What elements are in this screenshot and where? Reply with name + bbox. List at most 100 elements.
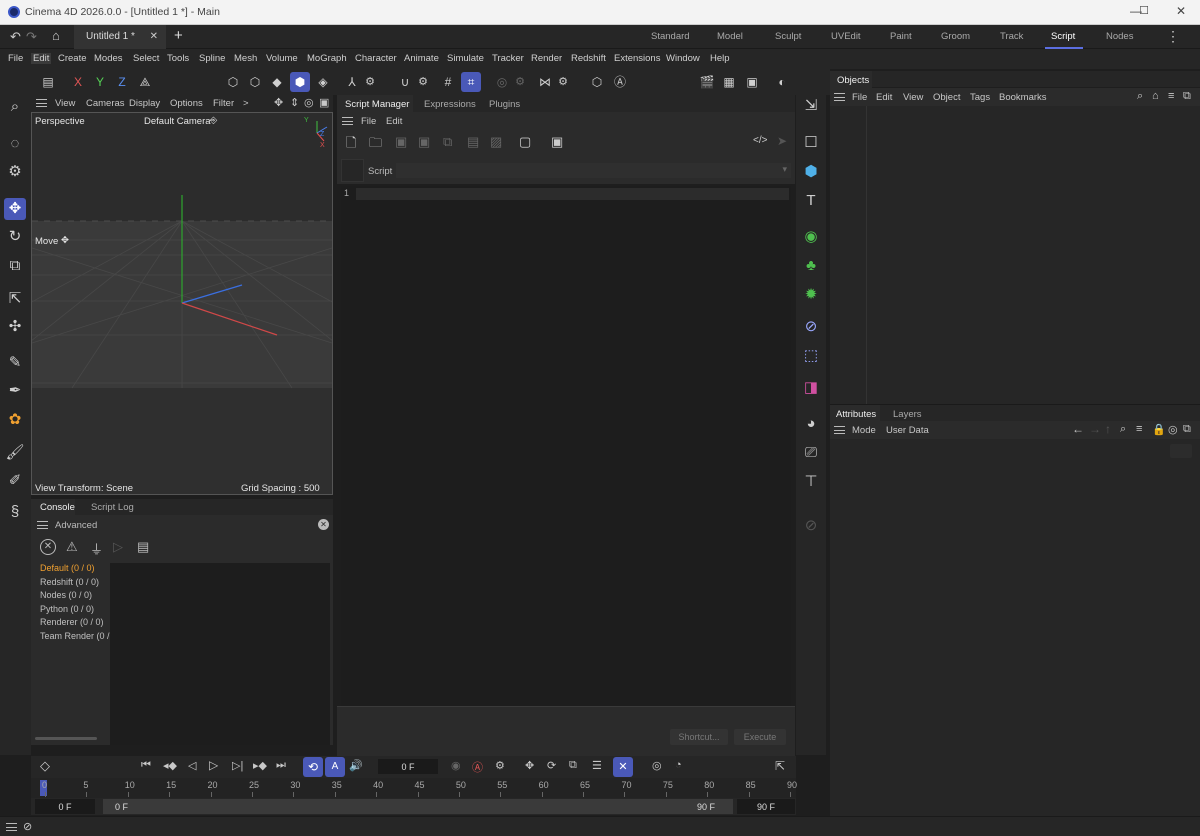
model-mode-icon[interactable]: ⬢: [290, 72, 310, 92]
play-icon[interactable]: ▷: [209, 758, 218, 772]
menu-redshift[interactable]: Redshift: [571, 53, 606, 64]
preview-range-icon[interactable]: A: [325, 757, 345, 777]
cloner-icon[interactable]: ♣: [800, 255, 822, 277]
uv-mode-icon[interactable]: ◈: [313, 72, 333, 92]
coordinate-system-icon[interactable]: ⟁: [135, 72, 155, 92]
more-options-icon[interactable]: ⋮: [1166, 28, 1180, 45]
spline-sketch-icon[interactable]: ✒: [4, 380, 26, 402]
channel-default[interactable]: Default (0 / 0): [31, 563, 107, 577]
run-script-icon[interactable]: ▣: [551, 134, 563, 150]
menu-tracker[interactable]: Tracker: [492, 53, 524, 64]
home-icon[interactable]: ⌂: [1152, 90, 1159, 102]
close-window-button[interactable]: ✕: [1171, 4, 1191, 20]
script-editor[interactable]: 1: [341, 186, 791, 706]
axis-mode-icon[interactable]: ⅄: [342, 72, 362, 92]
objects-menu-icon[interactable]: [834, 93, 845, 101]
document-close-icon[interactable]: ✕: [150, 31, 158, 42]
execute-button[interactable]: Execute: [734, 729, 786, 745]
home-icon[interactable]: ⌂: [52, 28, 60, 43]
tab-script-log[interactable]: Script Log: [91, 502, 134, 513]
viewport-menu-view[interactable]: View: [55, 98, 75, 109]
expand-icon[interactable]: ⧉: [1183, 423, 1191, 436]
lock-x-axis-button[interactable]: X: [68, 72, 88, 92]
save-script-icon[interactable]: ▣: [395, 134, 407, 150]
layout-tab-sculpt[interactable]: Sculpt: [775, 31, 801, 42]
previous-frame-icon[interactable]: ◁: [188, 759, 196, 772]
keyframe-settings-icon[interactable]: ⚙: [495, 759, 505, 772]
run-icon[interactable]: ▷: [113, 539, 123, 555]
layout-tab-uvedit[interactable]: UVEdit: [831, 31, 861, 42]
channel-team-render[interactable]: Team Render (0 /: [31, 631, 110, 645]
objects-menu-view[interactable]: View: [903, 92, 923, 103]
menu-edit[interactable]: Edit: [31, 53, 52, 64]
clear-console-icon[interactable]: ✕: [40, 539, 56, 555]
layout-tab-nodes[interactable]: Nodes: [1106, 31, 1133, 42]
menu-volume[interactable]: Volume: [266, 53, 298, 64]
mirror-settings-icon[interactable]: ⚙: [553, 72, 573, 92]
document-log-icon[interactable]: ▤: [137, 539, 149, 555]
channel-renderer[interactable]: Renderer (0 / 0): [31, 617, 107, 631]
next-key-icon[interactable]: ▸◆: [253, 759, 267, 772]
viewport-menu-icon[interactable]: [36, 99, 47, 107]
viewport-menu-cameras[interactable]: Cameras: [86, 98, 125, 109]
timeline-ruler[interactable]: 0 5 10 15 20 25 30 35 40 45 50 55 60 65 70 75 80 85 90: [31, 778, 797, 798]
shortcut-button[interactable]: Shortcut...: [670, 729, 728, 745]
light-icon[interactable]: ⊤: [800, 471, 822, 493]
search-icon[interactable]: ⌕: [1120, 423, 1126, 436]
viewport-solo-icon[interactable]: ▤: [38, 72, 58, 92]
viewport-name[interactable]: Perspective: [35, 116, 85, 127]
script-icon-slot[interactable]: [341, 159, 364, 182]
record-icon[interactable]: ◉: [451, 759, 461, 772]
attributes-editor[interactable]: [830, 439, 1200, 816]
forward-arrow-icon[interactable]: →: [1089, 422, 1101, 436]
lock-z-axis-button[interactable]: Z: [112, 72, 132, 92]
edges-mode-icon[interactable]: ⬡: [245, 72, 265, 92]
sound-icon[interactable]: 🔊: [349, 759, 363, 772]
sculpt-pen-icon[interactable]: ✐: [4, 470, 26, 492]
spline-primitives-icon[interactable]: ✿: [4, 409, 26, 431]
layout-tab-model[interactable]: Model: [717, 31, 743, 42]
current-frame-field[interactable]: 0 F: [378, 759, 438, 774]
maximize-button[interactable]: ☐: [1134, 4, 1154, 20]
menu-render[interactable]: Render: [531, 53, 562, 64]
expand-icon[interactable]: ⧉: [1183, 90, 1191, 103]
console-close-icon[interactable]: ✕: [318, 519, 329, 530]
rotate-tool-icon[interactable]: ↻: [4, 226, 26, 248]
channel-nodes[interactable]: Nodes (0 / 0): [31, 590, 107, 604]
objects-menu-object[interactable]: Object: [933, 92, 960, 103]
key-rotation-icon[interactable]: ⟳: [547, 759, 556, 772]
motion-system-icon[interactable]: ◎: [652, 759, 662, 772]
menu-simulate[interactable]: Simulate: [447, 53, 484, 64]
menu-select[interactable]: Select: [133, 53, 159, 64]
console-menu-icon[interactable]: [37, 521, 48, 529]
go-to-start-icon[interactable]: ⏮: [141, 759, 151, 772]
filter-icon[interactable]: ≡: [1136, 423, 1142, 435]
filter-warnings-icon[interactable]: ⚠: [66, 539, 78, 555]
layout-tab-script[interactable]: Script: [1051, 31, 1075, 42]
layout-tab-paint[interactable]: Paint: [890, 31, 912, 42]
viewport-menu-options[interactable]: Options: [170, 98, 203, 109]
settings-icon[interactable]: ◎: [1168, 423, 1178, 436]
selection-settings-icon[interactable]: ⚙: [4, 161, 26, 183]
menu-window[interactable]: Window: [666, 53, 700, 64]
objects-menu-edit[interactable]: Edit: [876, 92, 892, 103]
soft-selection-icon[interactable]: Ⓐ: [610, 72, 630, 92]
timeline-expand-icon[interactable]: ⇱: [775, 759, 785, 773]
objects-menu-bookmarks[interactable]: Bookmarks: [999, 92, 1047, 103]
key-parameter-icon[interactable]: ☰: [592, 759, 602, 772]
menu-spline[interactable]: Spline: [199, 53, 225, 64]
attributes-menu-mode[interactable]: Mode: [852, 425, 876, 436]
snap-settings-icon[interactable]: ⚙: [413, 72, 433, 92]
effector-icon[interactable]: ✹: [800, 284, 822, 306]
previous-key-icon[interactable]: ◂◆: [163, 759, 177, 772]
objects-menu-file[interactable]: File: [852, 92, 867, 103]
send-icon[interactable]: ➤: [777, 134, 787, 148]
tab-attributes[interactable]: Attributes: [836, 409, 876, 420]
lock-icon[interactable]: 🔒: [1152, 423, 1166, 436]
menu-file[interactable]: File: [8, 53, 23, 64]
cube-icon[interactable]: ⬢: [800, 161, 822, 183]
key-pla-icon[interactable]: ✕: [613, 757, 633, 777]
axis-settings-icon[interactable]: ⚙: [360, 72, 380, 92]
objects-menu-tags[interactable]: Tags: [970, 92, 990, 103]
live-selection-icon[interactable]: ◌: [4, 133, 26, 155]
